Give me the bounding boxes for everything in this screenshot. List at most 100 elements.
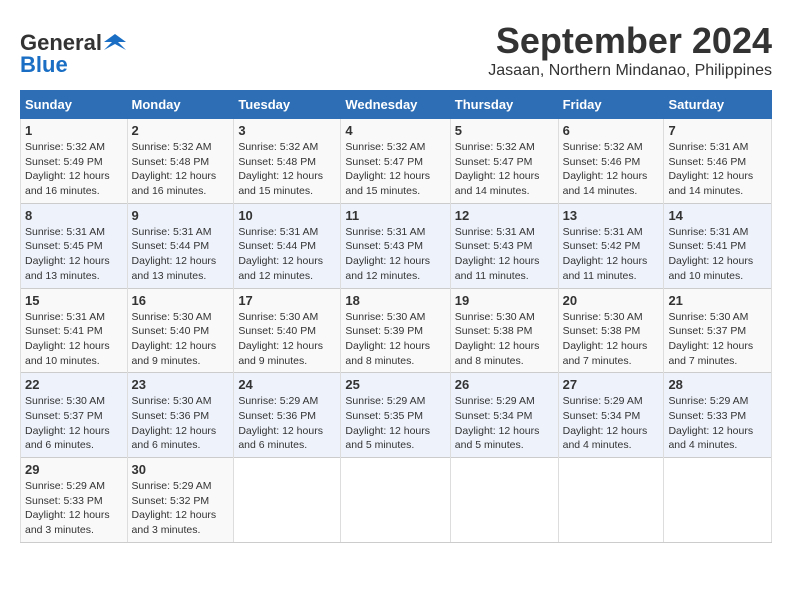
day-cell: 23 Sunrise: 5:30 AM Sunset: 5:36 PM Dayli… (127, 373, 234, 458)
day-detail: Sunrise: 5:32 AM Sunset: 5:46 PM Dayligh… (563, 140, 660, 199)
day-number: 23 (132, 377, 230, 392)
day-number: 10 (238, 208, 336, 223)
title-area: September 2024 Jasaan, Northern Mindanao… (488, 20, 772, 80)
day-cell: 4 Sunrise: 5:32 AM Sunset: 5:47 PM Daylig… (341, 119, 450, 204)
day-cell: 18 Sunrise: 5:30 AM Sunset: 5:39 PM Dayli… (341, 288, 450, 373)
day-number: 22 (25, 377, 123, 392)
day-detail: Sunrise: 5:31 AM Sunset: 5:44 PM Dayligh… (132, 225, 230, 284)
col-header-thursday: Thursday (450, 91, 558, 119)
day-cell (558, 458, 664, 543)
day-cell: 29 Sunrise: 5:29 AM Sunset: 5:33 PM Dayli… (21, 458, 128, 543)
col-header-wednesday: Wednesday (341, 91, 450, 119)
day-cell: 5Sunrise: 5:32 AM Sunset: 5:47 PM Daylig… (450, 119, 558, 204)
day-cell: 12 Sunrise: 5:31 AM Sunset: 5:43 PM Dayli… (450, 203, 558, 288)
day-number: 11 (345, 208, 445, 223)
day-cell (341, 458, 450, 543)
logo: General Blue (20, 30, 126, 78)
day-detail: Sunrise: 5:31 AM Sunset: 5:43 PM Dayligh… (455, 225, 554, 284)
day-cell: 9 Sunrise: 5:31 AM Sunset: 5:44 PM Daylig… (127, 203, 234, 288)
day-detail: Sunrise: 5:31 AM Sunset: 5:45 PM Dayligh… (25, 225, 123, 284)
day-number: 17 (238, 293, 336, 308)
day-cell: 1 Sunrise: 5:32 AM Sunset: 5:49 PM Daylig… (21, 119, 128, 204)
day-cell: 24Sunrise: 5:29 AM Sunset: 5:36 PM Dayli… (234, 373, 341, 458)
day-detail: Sunrise: 5:30 AM Sunset: 5:40 PM Dayligh… (132, 310, 230, 369)
day-cell: 27Sunrise: 5:29 AM Sunset: 5:34 PM Dayli… (558, 373, 664, 458)
day-cell: 28 Sunrise: 5:29 AM Sunset: 5:33 PM Dayli… (664, 373, 772, 458)
day-cell: 10 Sunrise: 5:31 AM Sunset: 5:44 PM Dayli… (234, 203, 341, 288)
day-number: 26 (455, 377, 554, 392)
location-title: Jasaan, Northern Mindanao, Philippines (488, 62, 772, 80)
day-cell: 11 Sunrise: 5:31 AM Sunset: 5:43 PM Dayli… (341, 203, 450, 288)
day-detail: Sunrise: 5:29 AM Sunset: 5:36 PM Dayligh… (238, 394, 336, 453)
day-detail: Sunrise: 5:29 AM Sunset: 5:35 PM Dayligh… (345, 394, 445, 453)
day-number: 8 (25, 208, 123, 223)
day-cell: 13 Sunrise: 5:31 AM Sunset: 5:42 PM Dayli… (558, 203, 664, 288)
day-number: 25 (345, 377, 445, 392)
day-cell: 7Sunrise: 5:31 AM Sunset: 5:46 PM Daylig… (664, 119, 772, 204)
day-number: 14 (668, 208, 767, 223)
month-title: September 2024 (488, 20, 772, 62)
day-detail: Sunrise: 5:29 AM Sunset: 5:33 PM Dayligh… (668, 394, 767, 453)
day-detail: Sunrise: 5:30 AM Sunset: 5:38 PM Dayligh… (563, 310, 660, 369)
day-number: 2 (132, 123, 230, 138)
day-number: 12 (455, 208, 554, 223)
day-cell: 8 Sunrise: 5:31 AM Sunset: 5:45 PM Daylig… (21, 203, 128, 288)
day-number: 18 (345, 293, 445, 308)
day-cell (664, 458, 772, 543)
week-row-4: 22Sunrise: 5:30 AM Sunset: 5:37 PM Dayli… (21, 373, 772, 458)
col-header-saturday: Saturday (664, 91, 772, 119)
day-detail: Sunrise: 5:29 AM Sunset: 5:32 PM Dayligh… (132, 479, 230, 538)
day-detail: Sunrise: 5:31 AM Sunset: 5:42 PM Dayligh… (563, 225, 660, 284)
day-detail: Sunrise: 5:32 AM Sunset: 5:47 PM Dayligh… (345, 140, 445, 199)
week-row-2: 8 Sunrise: 5:31 AM Sunset: 5:45 PM Daylig… (21, 203, 772, 288)
col-header-monday: Monday (127, 91, 234, 119)
day-cell: 6Sunrise: 5:32 AM Sunset: 5:46 PM Daylig… (558, 119, 664, 204)
col-header-sunday: Sunday (21, 91, 128, 119)
day-detail: Sunrise: 5:30 AM Sunset: 5:37 PM Dayligh… (668, 310, 767, 369)
day-number: 27 (563, 377, 660, 392)
logo-bird-icon (104, 32, 126, 54)
day-cell (234, 458, 341, 543)
day-number: 20 (563, 293, 660, 308)
day-cell: 17 Sunrise: 5:30 AM Sunset: 5:40 PM Dayli… (234, 288, 341, 373)
day-number: 1 (25, 123, 123, 138)
day-detail: Sunrise: 5:32 AM Sunset: 5:47 PM Dayligh… (455, 140, 554, 199)
day-detail: Sunrise: 5:30 AM Sunset: 5:39 PM Dayligh… (345, 310, 445, 369)
day-cell (450, 458, 558, 543)
day-detail: Sunrise: 5:30 AM Sunset: 5:38 PM Dayligh… (455, 310, 554, 369)
week-row-5: 29 Sunrise: 5:29 AM Sunset: 5:33 PM Dayli… (21, 458, 772, 543)
calendar-header-row: SundayMondayTuesdayWednesdayThursdayFrid… (21, 91, 772, 119)
day-number: 16 (132, 293, 230, 308)
day-detail: Sunrise: 5:31 AM Sunset: 5:44 PM Dayligh… (238, 225, 336, 284)
logo-blue: Blue (20, 52, 68, 78)
day-detail: Sunrise: 5:29 AM Sunset: 5:33 PM Dayligh… (25, 479, 123, 538)
day-number: 15 (25, 293, 123, 308)
day-cell: 30 Sunrise: 5:29 AM Sunset: 5:32 PM Dayli… (127, 458, 234, 543)
col-header-friday: Friday (558, 91, 664, 119)
day-cell: 15 Sunrise: 5:31 AM Sunset: 5:41 PM Dayli… (21, 288, 128, 373)
week-row-1: 1 Sunrise: 5:32 AM Sunset: 5:49 PM Daylig… (21, 119, 772, 204)
day-number: 30 (132, 462, 230, 477)
day-number: 29 (25, 462, 123, 477)
day-number: 21 (668, 293, 767, 308)
calendar-table: SundayMondayTuesdayWednesdayThursdayFrid… (20, 90, 772, 543)
day-cell: 14 Sunrise: 5:31 AM Sunset: 5:41 PM Dayli… (664, 203, 772, 288)
day-cell: 3Sunrise: 5:32 AM Sunset: 5:48 PM Daylig… (234, 119, 341, 204)
day-detail: Sunrise: 5:30 AM Sunset: 5:36 PM Dayligh… (132, 394, 230, 453)
day-number: 4 (345, 123, 445, 138)
day-detail: Sunrise: 5:30 AM Sunset: 5:40 PM Dayligh… (238, 310, 336, 369)
day-cell: 26Sunrise: 5:29 AM Sunset: 5:34 PM Dayli… (450, 373, 558, 458)
day-detail: Sunrise: 5:32 AM Sunset: 5:49 PM Dayligh… (25, 140, 123, 199)
day-cell: 20 Sunrise: 5:30 AM Sunset: 5:38 PM Dayli… (558, 288, 664, 373)
day-cell: 19 Sunrise: 5:30 AM Sunset: 5:38 PM Dayli… (450, 288, 558, 373)
day-number: 9 (132, 208, 230, 223)
day-detail: Sunrise: 5:31 AM Sunset: 5:43 PM Dayligh… (345, 225, 445, 284)
day-detail: Sunrise: 5:31 AM Sunset: 5:41 PM Dayligh… (668, 225, 767, 284)
day-number: 13 (563, 208, 660, 223)
day-detail: Sunrise: 5:31 AM Sunset: 5:41 PM Dayligh… (25, 310, 123, 369)
day-cell: 22Sunrise: 5:30 AM Sunset: 5:37 PM Dayli… (21, 373, 128, 458)
day-cell: 21 Sunrise: 5:30 AM Sunset: 5:37 PM Dayli… (664, 288, 772, 373)
day-number: 28 (668, 377, 767, 392)
day-number: 19 (455, 293, 554, 308)
day-detail: Sunrise: 5:31 AM Sunset: 5:46 PM Dayligh… (668, 140, 767, 199)
